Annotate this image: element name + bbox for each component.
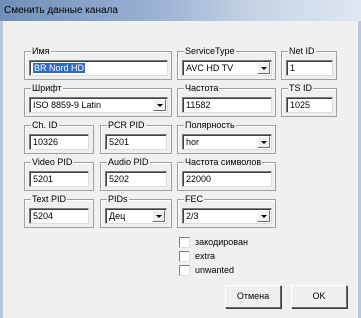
ch-id-input[interactable]: 10326 xyxy=(29,134,89,150)
group-net-id: Net ID 1 xyxy=(281,45,337,80)
ok-button[interactable]: OK xyxy=(291,285,347,308)
group-pcr-pid: PCR PID 5201 xyxy=(100,119,172,154)
video-pid-input[interactable]: 5201 xyxy=(29,171,89,187)
frequency-label: Частота xyxy=(184,82,220,94)
group-ch-id: Ch. ID 10326 xyxy=(24,119,94,154)
name-input[interactable]: BR Nord HD xyxy=(29,60,168,76)
group-fec: FEC 2/3 xyxy=(177,193,276,228)
window-border-left xyxy=(0,21,3,318)
font-select[interactable]: ISO 8859-9 Latin xyxy=(29,97,168,113)
pids-select[interactable]: Дец xyxy=(105,208,167,224)
chevron-down-icon[interactable] xyxy=(257,62,270,74)
service-type-select[interactable]: AVC HD TV xyxy=(182,60,272,76)
group-ts-id: TS ID 1025 xyxy=(281,82,337,117)
group-audio-pid: Audio PID 5202 xyxy=(100,156,172,191)
pcr-pid-label: PCR PID xyxy=(107,119,146,131)
group-video-pid: Video PID 5201 xyxy=(24,156,94,191)
net-id-input[interactable]: 1 xyxy=(286,60,333,76)
net-id-label: Net ID xyxy=(288,45,316,57)
window-title: Сменить данные канала xyxy=(4,5,118,16)
group-frequency: Частота 11582 xyxy=(177,82,276,117)
cancel-button[interactable]: Отмена xyxy=(225,285,281,308)
group-name: Имя BR Nord HD xyxy=(24,45,172,80)
fec-label: FEC xyxy=(184,193,204,205)
symbol-rate-label: Частота символов xyxy=(184,156,263,168)
ch-id-label: Ch. ID xyxy=(31,119,59,131)
service-type-label: ServiceType xyxy=(184,45,236,57)
pcr-pid-input[interactable]: 5201 xyxy=(105,134,167,150)
polarity-label: Полярность xyxy=(184,119,236,131)
chevron-down-icon[interactable] xyxy=(257,136,270,148)
extra-checkbox[interactable] xyxy=(179,251,190,262)
encrypted-checkbox[interactable] xyxy=(179,237,190,248)
ts-id-label: TS ID xyxy=(288,82,314,94)
frequency-input[interactable]: 11582 xyxy=(182,97,272,113)
audio-pid-label: Audio PID xyxy=(107,156,150,168)
chevron-down-icon[interactable] xyxy=(153,99,166,111)
video-pid-label: Video PID xyxy=(31,156,74,168)
title-bar[interactable]: Сменить данные канала xyxy=(0,0,361,21)
extra-label: extra xyxy=(195,251,216,261)
group-pids: PIDs Дец xyxy=(100,193,172,228)
fec-select[interactable]: 2/3 xyxy=(182,208,272,224)
group-text-pid: Text PID 5204 xyxy=(24,193,94,228)
audio-pid-input[interactable]: 5202 xyxy=(105,171,167,187)
polarity-select[interactable]: hor xyxy=(182,134,272,150)
unwanted-checkbox[interactable] xyxy=(179,265,190,276)
ts-id-input[interactable]: 1025 xyxy=(286,97,333,113)
text-pid-input[interactable]: 5204 xyxy=(29,208,89,224)
pids-label: PIDs xyxy=(107,193,129,205)
group-font: Шрифт ISO 8859-9 Latin xyxy=(24,82,172,117)
symbol-rate-input[interactable]: 22000 xyxy=(182,171,272,187)
font-label: Шрифт xyxy=(31,82,63,94)
dialog-client-area: Имя BR Nord HD ServiceType AVC HD TV Net… xyxy=(0,21,361,318)
group-symbol-rate: Частота символов 22000 xyxy=(177,156,276,191)
group-polarity: Полярность hor xyxy=(177,119,276,154)
chevron-down-icon[interactable] xyxy=(257,210,270,222)
encrypted-label: закодирован xyxy=(195,237,248,247)
unwanted-label: unwanted xyxy=(195,265,235,275)
group-service-type: ServiceType AVC HD TV xyxy=(177,45,276,80)
text-pid-label: Text PID xyxy=(31,193,68,205)
chevron-down-icon[interactable] xyxy=(152,210,165,222)
name-label: Имя xyxy=(31,45,51,57)
